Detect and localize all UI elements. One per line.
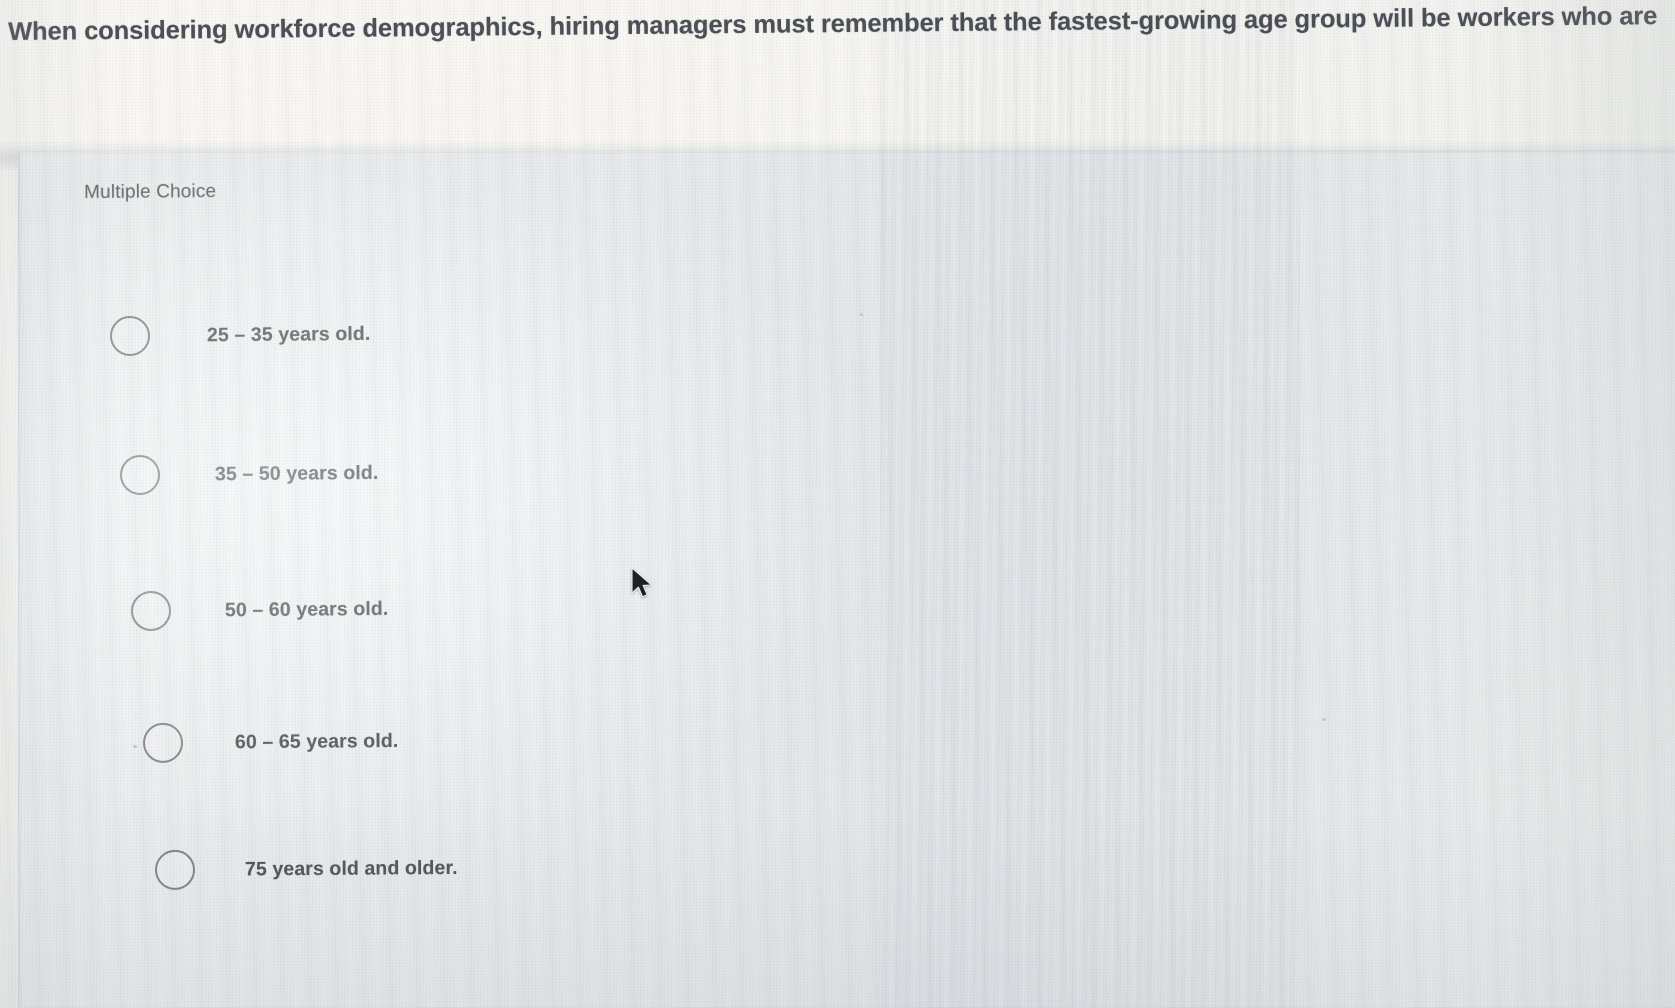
radio-button-icon[interactable]	[154, 849, 196, 891]
answer-option-c[interactable]: 50 – 60 years old.	[130, 589, 389, 632]
answer-option-label: 60 – 65 years old.	[234, 729, 399, 753]
answer-option-label: 25 – 35 years old.	[206, 322, 371, 346]
question-type-label: Multiple Choice	[84, 180, 217, 203]
answer-option-a[interactable]: 25 – 35 years old.	[109, 314, 371, 357]
screen-dust-speck	[860, 313, 863, 316]
screen-dust-speck	[1322, 718, 1326, 721]
arrow-pointer-cursor	[631, 567, 652, 598]
radio-button-icon[interactable]	[109, 315, 151, 357]
answer-option-label: 35 – 50 years old.	[214, 461, 379, 485]
answer-option-b[interactable]: 35 – 50 years old.	[119, 453, 379, 496]
answer-option-d[interactable]: 60 – 65 years old.	[142, 721, 399, 764]
radio-button-icon[interactable]	[130, 590, 172, 632]
screen-dust-speck	[133, 745, 137, 748]
radio-button-icon[interactable]	[119, 454, 161, 496]
quiz-screenshot: When considering workforce demographics,…	[0, 0, 1675, 1008]
answer-option-e[interactable]: 75 years old and older.	[154, 848, 458, 891]
radio-button-icon[interactable]	[142, 722, 184, 764]
answer-option-label: 75 years old and older.	[244, 856, 458, 880]
answer-option-label: 50 – 60 years old.	[224, 597, 389, 621]
